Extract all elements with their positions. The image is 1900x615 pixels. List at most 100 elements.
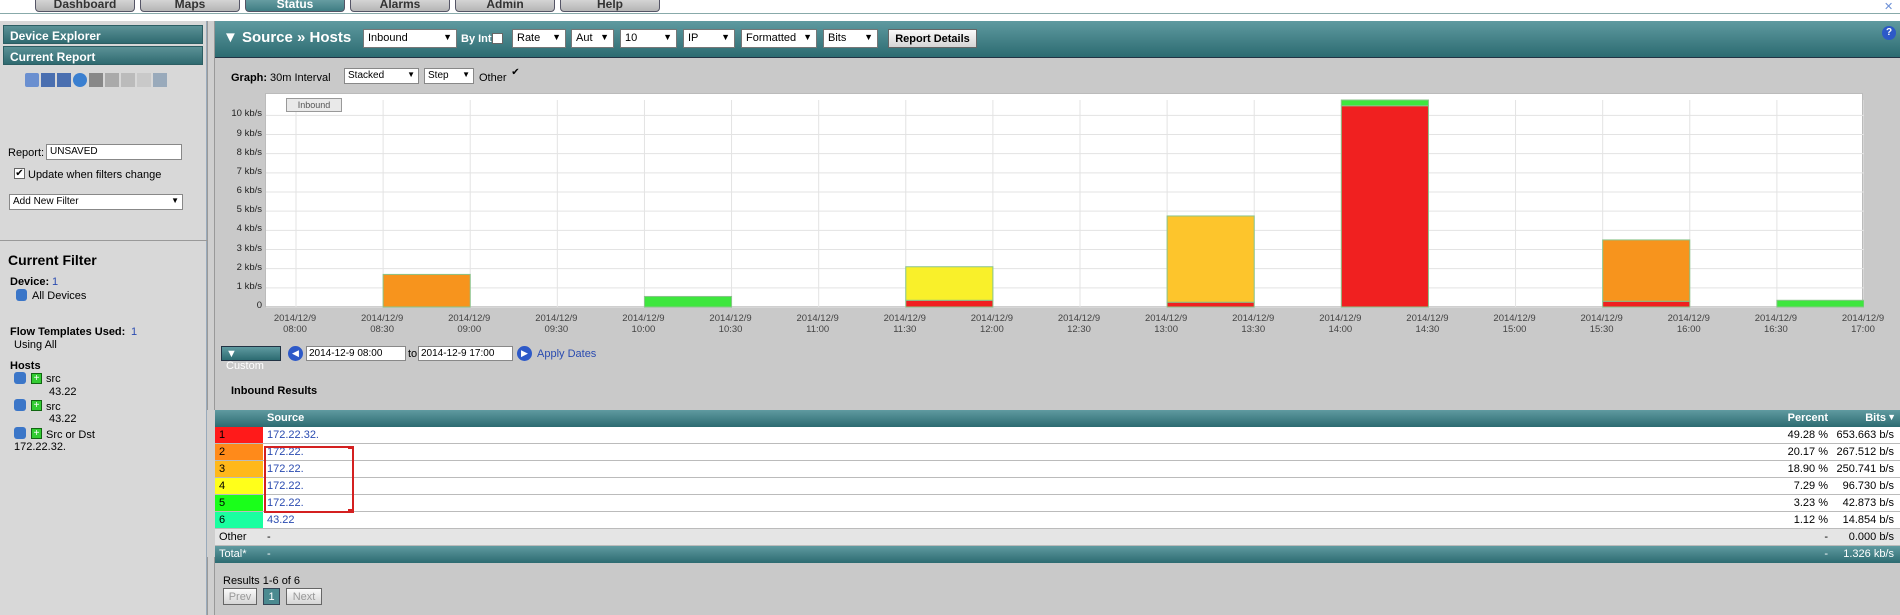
count-select[interactable]: 10 [620, 29, 677, 48]
custom-range-button[interactable]: ▼ Custom [221, 346, 281, 372]
chart-bar-segment[interactable] [1166, 301, 1255, 308]
apply-dates-link[interactable]: Apply Dates [537, 348, 596, 360]
email-icon[interactable] [137, 73, 151, 87]
bits-column-header[interactable]: Bits [1865, 412, 1886, 424]
page-1-button[interactable]: 1 [263, 588, 280, 605]
chart-bar-segment[interactable] [1166, 215, 1255, 303]
y-tick-label: 5 kb/s [236, 204, 262, 216]
export-icon[interactable] [25, 73, 39, 87]
host-type: Src or Dst [46, 429, 95, 441]
x-tick-date: 2014/12/9 [1232, 313, 1275, 324]
row-source-link[interactable]: 43.22 [267, 514, 295, 526]
clock-icon[interactable] [73, 73, 87, 87]
table-row[interactable]: 4 172.22. 7.29 % 96.730 b/s [215, 478, 1900, 495]
table-row[interactable]: 2 172.22. 20.17 % 267.512 b/s [215, 444, 1900, 461]
chart-bar-segment[interactable] [643, 295, 733, 308]
update-when-filters-change-checkbox[interactable]: ✔ [14, 168, 25, 179]
row-index: 4 [215, 478, 263, 494]
direction-select[interactable]: Inbound [363, 29, 457, 48]
print-icon[interactable] [89, 73, 103, 87]
tab-help[interactable]: Help [560, 0, 660, 12]
y-tick-label: 7 kb/s [236, 165, 262, 177]
by-int-checkbox[interactable] [492, 33, 503, 44]
x-tick-time: 11:00 [806, 324, 830, 335]
document-icon[interactable] [153, 73, 167, 87]
line-mode-select[interactable]: Step [424, 68, 474, 84]
database-icon [14, 427, 26, 439]
x-tick-time: 15:00 [1502, 324, 1527, 335]
other-checkbox[interactable]: ✔ [510, 68, 521, 79]
chart-bar-segment[interactable] [905, 299, 994, 308]
chart-bar-segment[interactable] [1340, 105, 1429, 308]
table-row[interactable]: 5 172.22. 3.23 % 42.873 b/s [215, 495, 1900, 512]
graph-label: Graph: [231, 72, 268, 84]
chart-bar-segment[interactable] [1340, 99, 1429, 107]
source-column-header[interactable]: Source [267, 412, 304, 424]
y-tick-label: 0 [256, 300, 262, 311]
table-row[interactable]: 1 172.22.32. 49.28 % 653.663 b/s [215, 427, 1900, 444]
next-range-icon[interactable]: ▶ [517, 346, 532, 361]
stack-mode-select[interactable]: Stacked [344, 68, 419, 84]
date-from-input[interactable]: 2014-12-9 08:00 [306, 346, 406, 361]
x-tick-date: 2014/12/9 [1057, 313, 1101, 324]
close-icon[interactable]: ✕ [1884, 0, 1896, 13]
add-icon[interactable]: + [31, 400, 42, 411]
chart-bar-segment[interactable] [905, 266, 994, 301]
tab-admin[interactable]: Admin [455, 0, 555, 12]
row-percent: 18.90 % [1787, 463, 1828, 475]
help-icon[interactable]: ? [1882, 26, 1896, 40]
chart-bar-segment[interactable] [1602, 300, 1691, 308]
percent-column-header[interactable]: Percent [1788, 412, 1828, 424]
x-tick-label: 2014/12/9 15:00 [1485, 313, 1545, 335]
add-new-filter-select[interactable]: Add New Filter [9, 194, 183, 210]
prev-page-button[interactable]: Prev [223, 588, 257, 605]
row-source-link[interactable]: 172.22.32. [267, 429, 319, 441]
next-page-button[interactable]: Next [286, 588, 322, 605]
device-count[interactable]: 1 [52, 276, 58, 288]
rate-select[interactable]: Rate [512, 29, 566, 48]
x-tick-date: 2014/12/9 [360, 313, 404, 324]
x-tick-time: 09:00 [457, 324, 482, 335]
x-tick-label: 2014/12/9 16:30 [1746, 313, 1806, 335]
tab-maps[interactable]: Maps [140, 0, 240, 12]
x-tick-time: 17:00 [1851, 324, 1875, 335]
chart-bar-segment[interactable] [1602, 239, 1691, 302]
save-icon[interactable] [41, 73, 55, 87]
previous-range-icon[interactable]: ◀ [288, 346, 303, 361]
ip-select[interactable]: IP [683, 29, 735, 48]
date-to-input[interactable]: 2014-12-9 17:00 [418, 346, 513, 361]
row-index: 5 [215, 495, 263, 511]
tab-status[interactable]: Status [245, 0, 345, 12]
add-icon[interactable]: + [31, 373, 42, 384]
table-row[interactable]: 3 172.22. 18.90 % 250.741 b/s [215, 461, 1900, 478]
chart-plot-area [265, 93, 1865, 308]
flow-templates-count[interactable]: 1 [131, 326, 137, 338]
pdf-icon[interactable] [121, 73, 135, 87]
save-as-icon[interactable] [57, 73, 71, 87]
pin-icon[interactable] [105, 73, 119, 87]
x-tick-date: 2014/12/9 [535, 313, 578, 324]
units-select[interactable]: Bits [823, 29, 878, 48]
results-title: Inbound Results [231, 385, 318, 397]
tab-dashboard[interactable]: Dashboard [35, 0, 135, 12]
chart-bar-segment[interactable] [1776, 299, 1865, 308]
table-row[interactable]: 6 43.22 1.12 % 14.854 b/s [215, 512, 1900, 529]
format-select[interactable]: Formatted [741, 29, 817, 48]
row-index: 2 [215, 444, 263, 460]
report-name-input[interactable]: UNSAVED [46, 144, 182, 160]
aut-select[interactable]: Aut [571, 29, 614, 48]
row-index: 6 [215, 512, 263, 528]
sort-desc-icon[interactable]: ▼ [1887, 412, 1896, 422]
x-tick-label: 2014/12/9 13:30 [1223, 313, 1283, 335]
row-source: - [267, 548, 271, 560]
row-bits: 42.873 b/s [1842, 497, 1894, 509]
x-tick-label: 2014/12/9 10:30 [701, 313, 761, 335]
report-title[interactable]: ▼ Source » Hosts [223, 29, 351, 46]
by-int-label: By Int [461, 33, 492, 45]
report-details-button[interactable]: Report Details [888, 29, 977, 48]
current-report-header[interactable]: Current Report [3, 46, 203, 65]
device-explorer-header[interactable]: Device Explorer [3, 25, 203, 44]
tab-alarms[interactable]: Alarms [350, 0, 450, 12]
add-icon[interactable]: + [31, 428, 42, 439]
chart-bar-segment[interactable] [382, 273, 471, 308]
